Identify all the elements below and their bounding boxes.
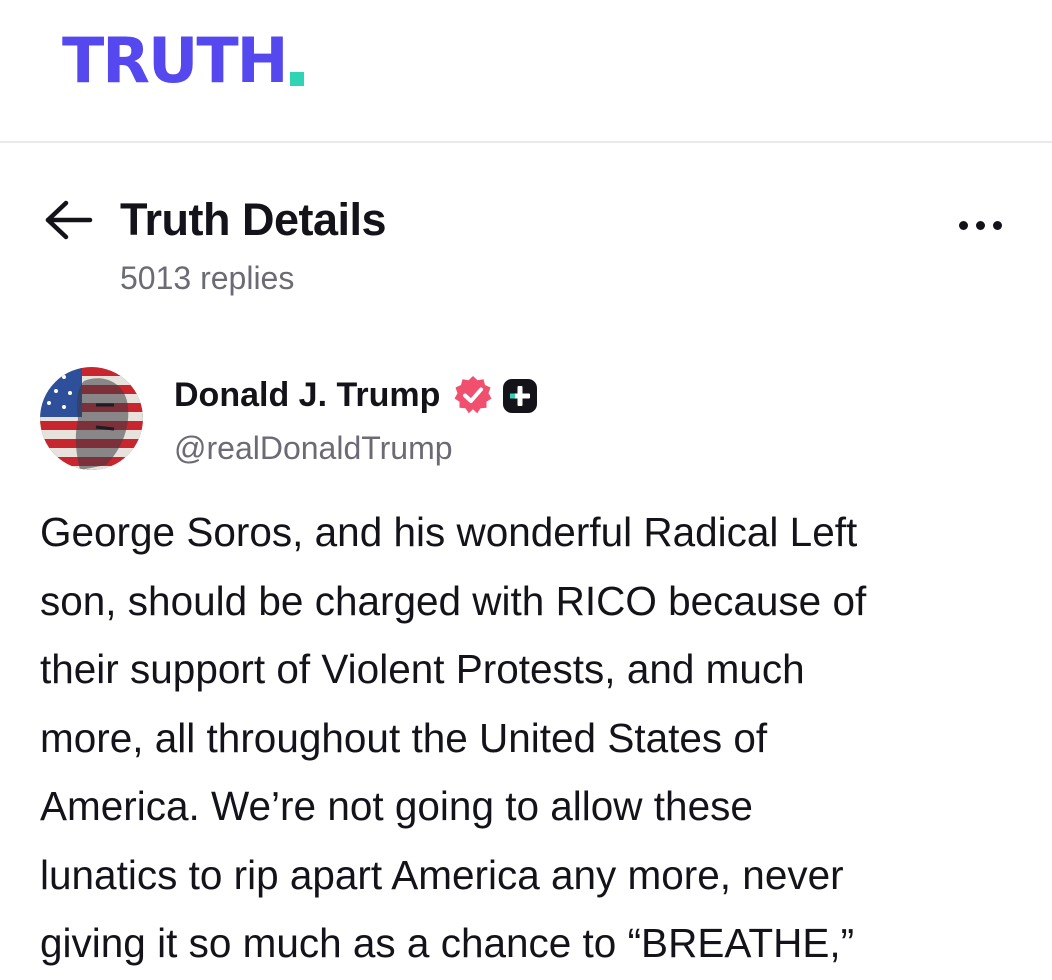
reply-count: 5013 replies [120, 260, 295, 296]
plus-badge-icon [503, 379, 537, 413]
author-name[interactable]: Donald J. Trump [174, 376, 440, 415]
page-header: Truth Details 5013 replies [0, 180, 1052, 310]
truth-logo[interactable]: TRUTH [62, 30, 304, 92]
page-title: Truth Details [120, 194, 387, 245]
arrow-left-icon [45, 200, 93, 240]
author-handle[interactable]: @realDonaldTrump [174, 430, 453, 467]
logo-dot [289, 72, 304, 86]
avatar[interactable] [40, 367, 143, 470]
post-text-line: George Soros, and his wonderful Radical … [40, 509, 858, 555]
post-text: George Soros, and his wonderful Radical … [40, 498, 1030, 978]
post-text-line: their support of Violent Protests, and m… [40, 646, 805, 692]
app-root: TRUTH Truth Details 5013 replies Donald … [0, 0, 1052, 980]
logo-text: TRUTH [62, 24, 289, 97]
brand-bar: TRUTH [0, 0, 1052, 143]
ellipsis-icon-dot [975, 220, 985, 230]
post-text-line: more, all throughout the United States o… [40, 714, 768, 761]
more-options-button[interactable] [950, 210, 1010, 240]
avatar-image [40, 367, 143, 470]
post-text-line: giving it so much as a chance to “BREATH… [40, 920, 855, 966]
post-text-line: son, should be charged with RICO because… [40, 577, 867, 624]
back-button[interactable] [40, 198, 100, 242]
ellipsis-icon-dot [958, 220, 968, 230]
post-author: Donald J. Trump @realDonaldTrump [0, 362, 1052, 482]
verified-badge-icon [454, 376, 492, 414]
post-text-line: lunatics to rip apart America any more, … [40, 851, 844, 898]
ellipsis-icon-dot [992, 220, 1002, 230]
post-text-line: America. We’re not going to allow these [40, 783, 753, 829]
